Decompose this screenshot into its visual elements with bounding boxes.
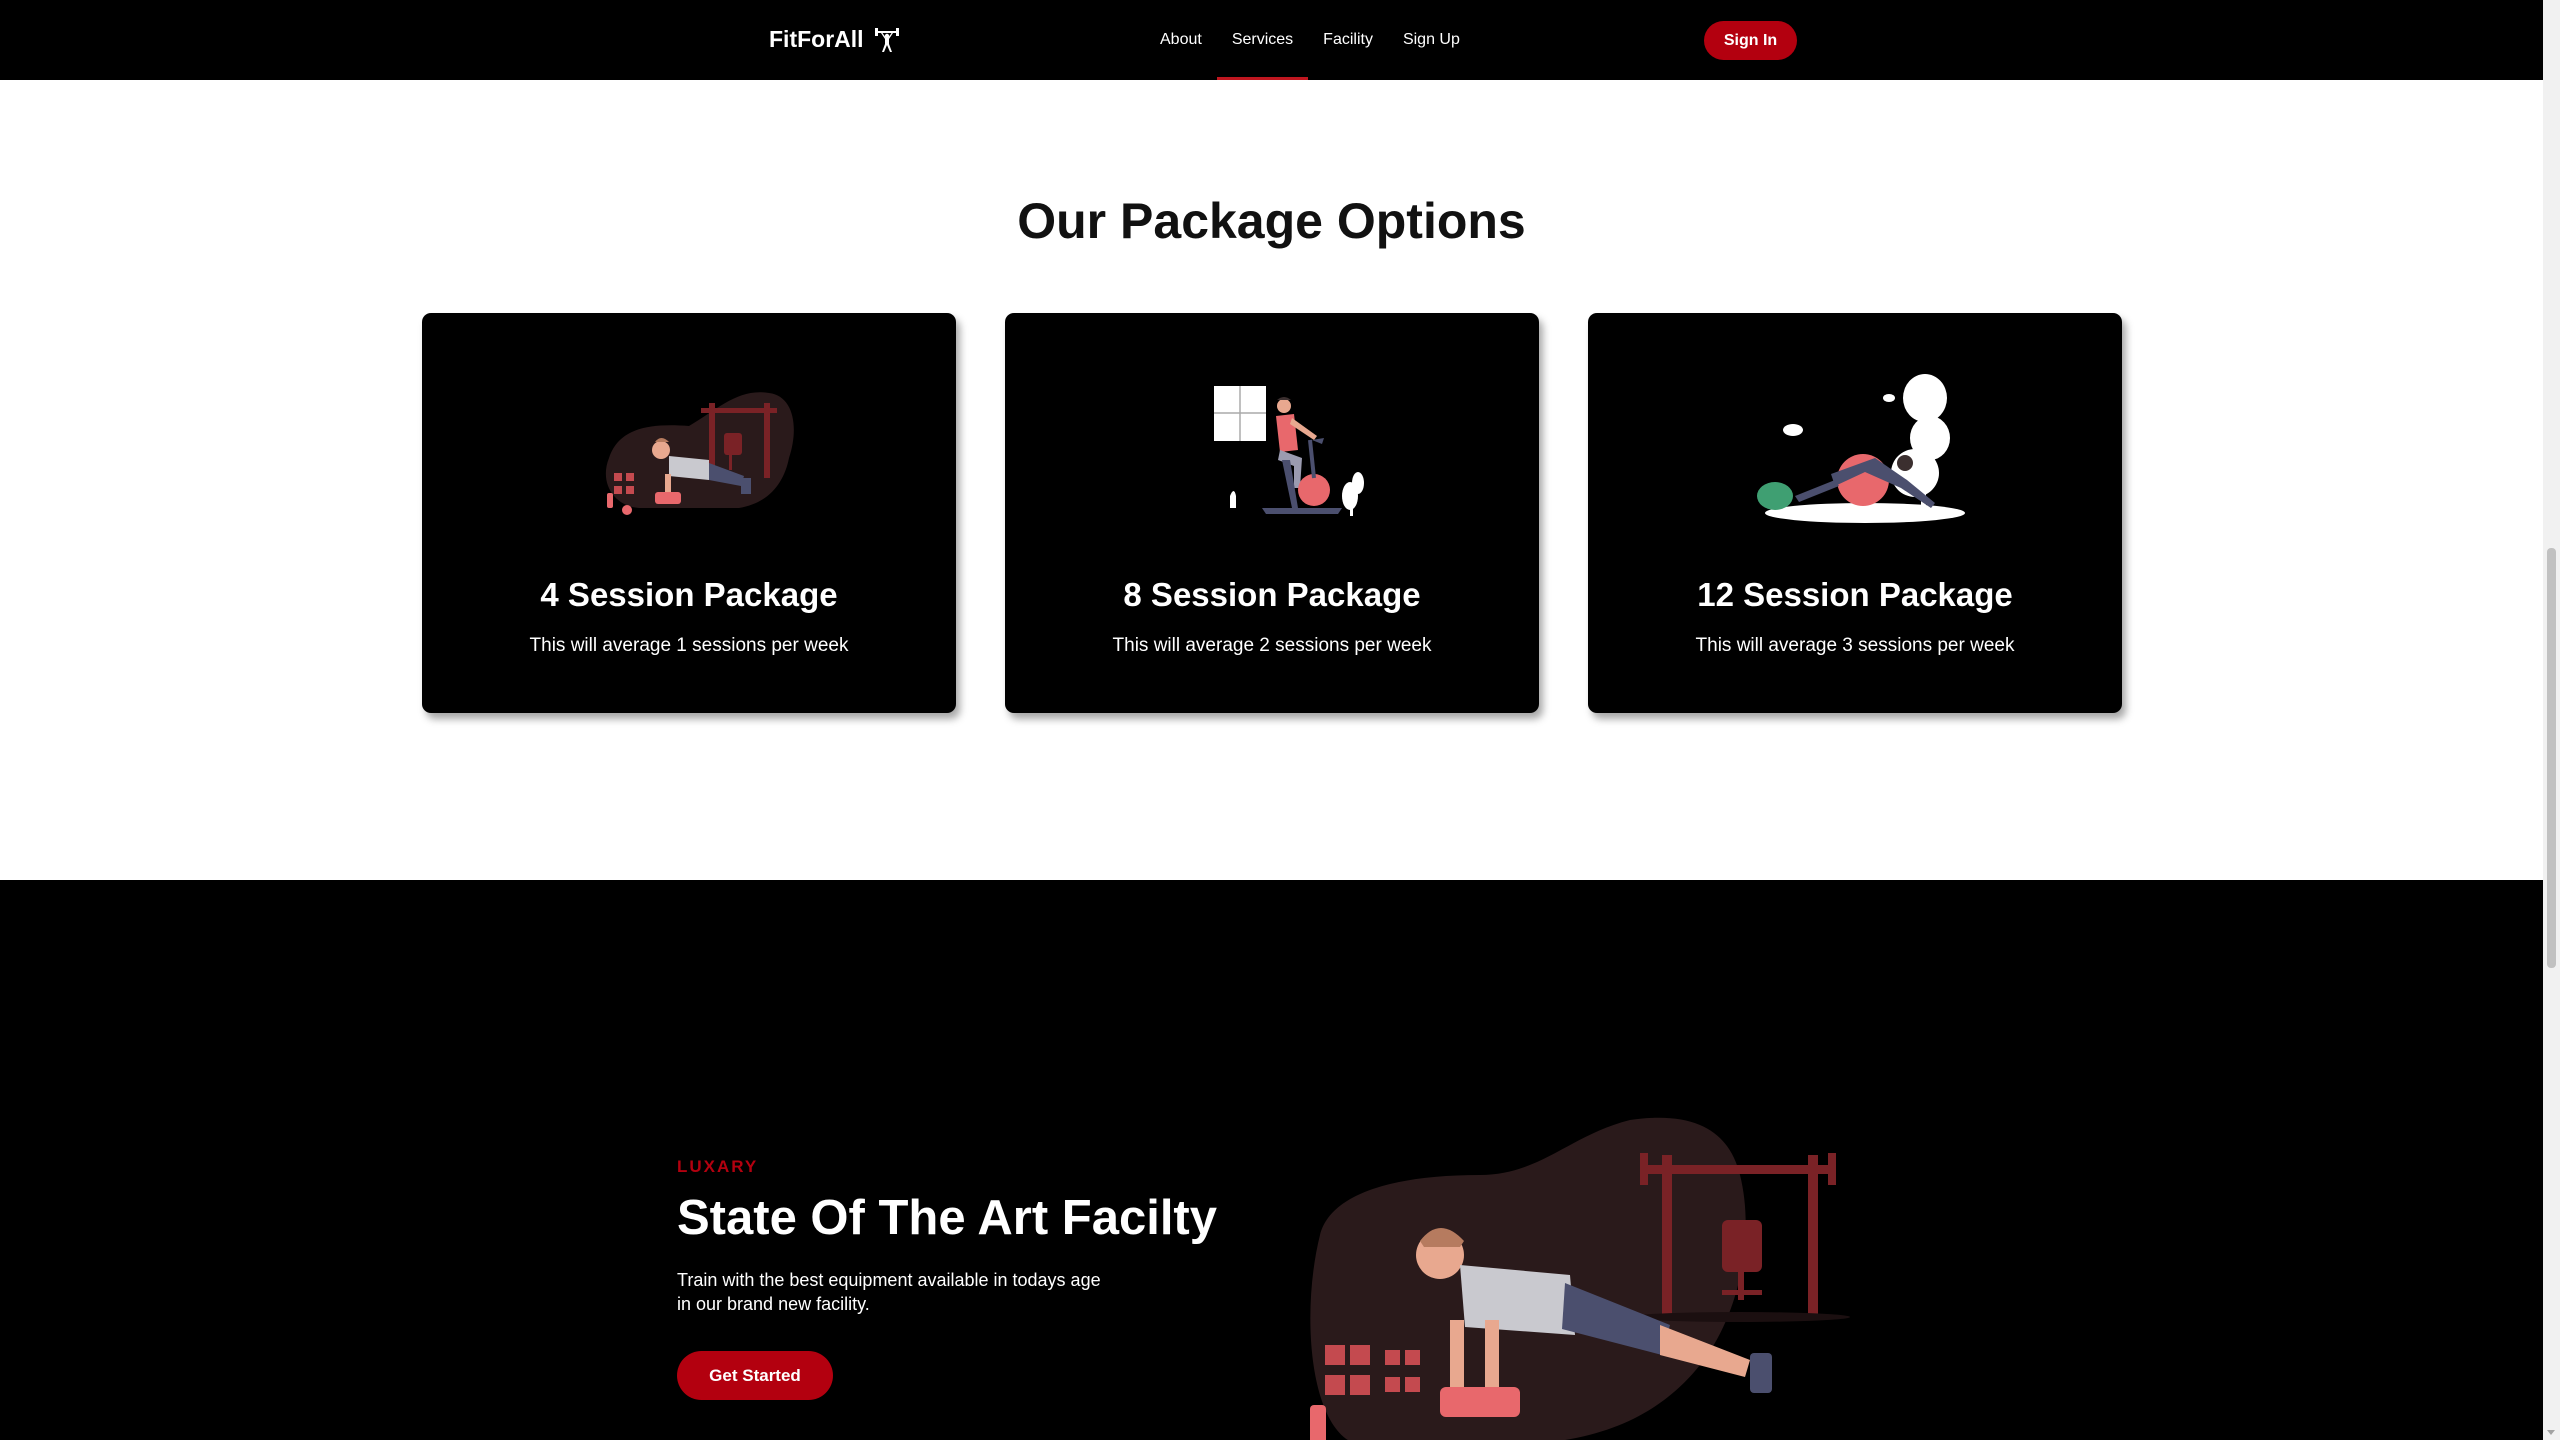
top-navbar: FitForAll About Services Facility Sign U…: [0, 0, 2543, 80]
package-description: This will average 1 sessions per week: [529, 635, 849, 656]
nav-link-about[interactable]: About: [1145, 0, 1217, 80]
nav-link-facility[interactable]: Facility: [1308, 0, 1388, 80]
page-scrollbar[interactable]: [2543, 0, 2560, 1440]
stationary-bike-illustration: [1005, 368, 1539, 533]
nav-link-services[interactable]: Services: [1216, 0, 1309, 80]
facility-description: Train with the best equipment available …: [677, 1270, 1101, 1314]
package-title: 4 Session Package: [540, 576, 838, 613]
package-card-8[interactable]: 8 Session Package This will average 2 se…: [1005, 313, 1539, 713]
brand-name: FitForAll: [769, 26, 864, 52]
scroll-down-arrow-icon[interactable]: [2547, 1430, 2555, 1435]
pushup-gym-illustration: [1310, 1117, 1850, 1440]
packages-title: Our Package Options: [1017, 193, 1526, 249]
nav-links: About Services Facility Sign Up: [1145, 0, 1475, 80]
facility-section: LUXARY State Of The Art Facilty Train wi…: [0, 880, 2543, 1440]
sign-in-button[interactable]: Sign In: [1704, 21, 1797, 60]
pushup-gym-illustration: [422, 368, 956, 533]
package-description: This will average 3 sessions per week: [1695, 635, 2015, 656]
get-started-button[interactable]: Get Started: [677, 1351, 833, 1400]
package-description: This will average 2 sessions per week: [1112, 635, 1432, 656]
package-card-4[interactable]: 4 Session Package This will average 1 se…: [422, 313, 956, 713]
facility-eyebrow: LUXARY: [677, 1157, 759, 1176]
package-card-12[interactable]: 12 Session Package This will average 3 s…: [1588, 313, 2122, 713]
nav-link-signup[interactable]: Sign Up: [1388, 0, 1475, 80]
package-title: 8 Session Package: [1123, 576, 1421, 613]
brand-logo[interactable]: FitForAll: [769, 26, 900, 53]
weightlifter-icon: [874, 27, 899, 52]
scrollbar-thumb[interactable]: [2547, 548, 2556, 968]
yoga-ball-illustration: [1588, 368, 2122, 533]
facility-title: State Of The Art Facilty: [677, 1191, 1218, 1245]
package-title: 12 Session Package: [1697, 576, 2013, 613]
